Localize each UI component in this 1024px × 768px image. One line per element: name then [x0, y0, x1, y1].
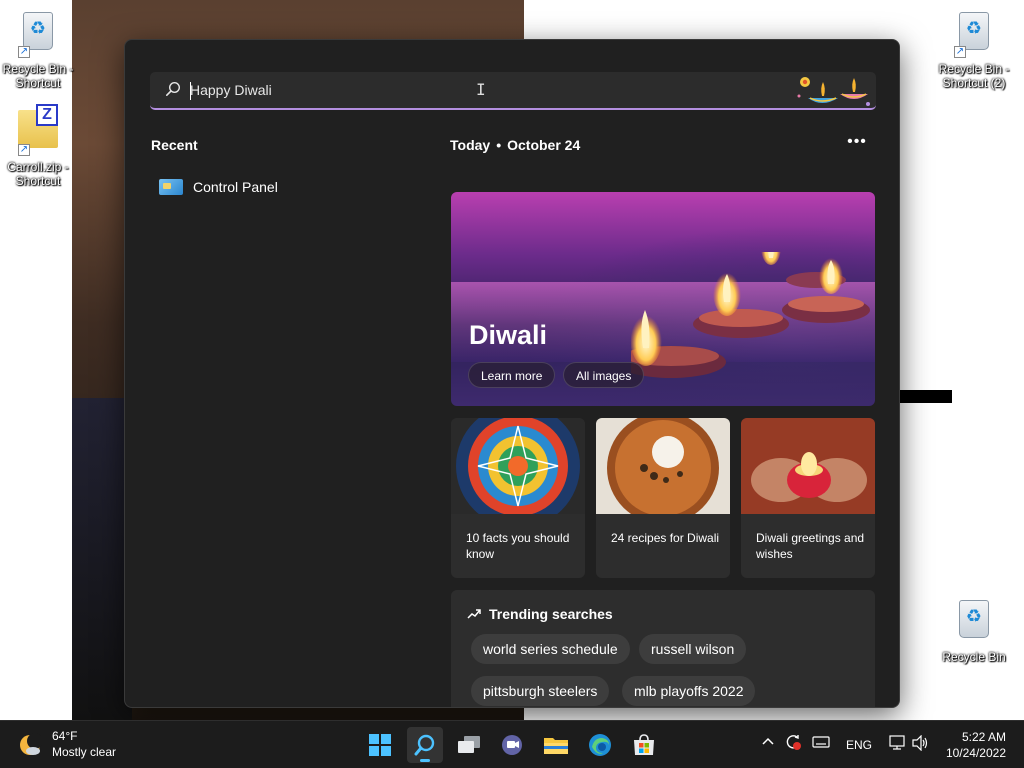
search-taskbar-button[interactable]	[407, 727, 443, 763]
touch-keyboard-button[interactable]	[812, 735, 830, 752]
today-label: Today	[450, 137, 491, 153]
file-explorer-button[interactable]	[538, 727, 574, 763]
sync-status-button[interactable]	[784, 733, 802, 754]
desktop-icon-label: Recycle Bin	[942, 650, 1006, 664]
keyboard-icon	[812, 736, 830, 748]
card-caption: Diwali greetings and wishes	[756, 531, 865, 561]
store-icon	[634, 734, 654, 755]
input-language-button[interactable]: ENG	[846, 738, 872, 752]
clock-time: 5:22 AM	[961, 730, 1006, 744]
hands-diya-image	[741, 418, 875, 514]
card-greetings[interactable]: Diwali greetings and wishes	[741, 418, 875, 578]
shortcut-arrow-icon: ↗	[954, 46, 966, 58]
desktop-icon-recycle-bin-shortcut-2[interactable]: ↗ Recycle Bin - Shortcut (2)	[938, 8, 1010, 90]
trending-title: Trending searches	[489, 606, 613, 622]
diwali-hero-card[interactable]: Diwali Learn more All images	[451, 192, 875, 406]
zip-file-icon: Z ↗	[16, 104, 60, 158]
search-flyout: I Recent Control Panel Today•October 24 …	[124, 39, 900, 708]
trending-chip-world-series[interactable]: world series schedule	[471, 634, 630, 664]
task-view-icon	[458, 736, 480, 753]
diwali-diya-icon	[797, 77, 870, 106]
desktop-icon-label: Recycle Bin - Shortcut	[2, 62, 74, 90]
clock-date: 10/24/2022	[945, 746, 1006, 760]
recent-item-control-panel[interactable]: Control Panel	[159, 176, 278, 198]
chat-icon	[502, 735, 522, 755]
weather-temperature: 64°F	[52, 729, 78, 743]
desktop-icon-label: Carroll.zip - Shortcut	[7, 160, 69, 188]
recycle-bin-icon: ↗	[16, 12, 60, 60]
chevron-up-icon	[762, 737, 774, 745]
microsoft-store-button[interactable]	[626, 727, 662, 763]
card-caption: 24 recipes for Diwali	[611, 531, 720, 545]
search-icon	[414, 734, 435, 756]
search-box[interactable]: I	[150, 72, 876, 110]
card-10-facts[interactable]: 10 facts you should know	[451, 418, 585, 578]
trending-icon	[467, 609, 481, 619]
recycle-bin-icon: ↗	[952, 12, 996, 60]
trending-chip-mlb-playoffs[interactable]: mlb playoffs 2022	[622, 676, 756, 706]
desktop-icon-recycle-bin-shortcut[interactable]: ↗ Recycle Bin - Shortcut	[2, 8, 74, 90]
edge-icon	[589, 734, 611, 756]
today-date: October 24	[507, 137, 581, 153]
moon-weather-icon	[20, 732, 42, 755]
wallpaper-fragment	[900, 390, 952, 403]
all-images-button[interactable]: All images	[563, 362, 645, 388]
start-button[interactable]	[362, 727, 398, 763]
edge-browser-button[interactable]	[582, 727, 618, 763]
recent-heading: Recent	[151, 137, 198, 153]
volume-button[interactable]	[912, 734, 930, 754]
diya-lamps-image	[631, 252, 870, 378]
taskbar: 64°F Mostly clear ENG 5:22 AM 10/24/2022	[0, 720, 1024, 768]
more-icon: •••	[847, 133, 867, 150]
sync-error-icon	[786, 735, 801, 750]
weather-widget[interactable]: 64°F Mostly clear	[18, 729, 116, 760]
teams-chat-button[interactable]	[494, 727, 530, 763]
recycle-bin-icon	[952, 600, 996, 648]
network-button[interactable]	[888, 735, 906, 754]
ibeam-cursor-icon: I	[476, 80, 486, 99]
text-caret	[190, 82, 191, 100]
trending-chip-russell-wilson[interactable]: russell wilson	[639, 634, 747, 664]
folder-icon	[544, 738, 568, 754]
trending-chip-pittsburgh-steelers[interactable]: pittsburgh steelers	[471, 676, 610, 706]
card-24-recipes[interactable]: 24 recipes for Diwali	[596, 418, 730, 578]
search-icon	[165, 81, 181, 96]
more-options-button[interactable]: •••	[845, 132, 869, 156]
desktop-icon-recycle-bin[interactable]: Recycle Bin	[938, 596, 1010, 664]
recent-item-label: Control Panel	[193, 179, 278, 195]
clock[interactable]: 5:22 AM 10/24/2022	[946, 729, 1006, 761]
control-panel-icon	[159, 179, 183, 195]
search-input[interactable]	[190, 72, 790, 108]
shortcut-arrow-icon: ↗	[18, 46, 30, 58]
card-caption: 10 facts you should know	[466, 531, 570, 561]
desktop-icon-carroll-zip-shortcut[interactable]: Z ↗ Carroll.zip - Shortcut	[2, 104, 74, 188]
desktop-icon-label: Recycle Bin - Shortcut (2)	[938, 62, 1010, 90]
learn-more-button[interactable]: Learn more	[468, 362, 556, 388]
windows-logo-icon	[369, 734, 391, 756]
recipe-dish-image	[596, 418, 730, 524]
rangoli-image	[451, 418, 585, 528]
today-header: Today • October 24	[450, 137, 581, 153]
hero-title: Diwali	[469, 320, 548, 350]
shortcut-arrow-icon: ↗	[18, 144, 30, 156]
network-icon	[889, 735, 905, 750]
weather-condition: Mostly clear	[52, 745, 117, 759]
trending-searches-panel: Trending searches world series schedule …	[451, 590, 875, 707]
trending-heading: Trending searches	[467, 606, 613, 622]
show-hidden-icons-button[interactable]	[762, 735, 774, 749]
task-view-button[interactable]	[451, 727, 487, 763]
volume-icon	[912, 734, 928, 752]
